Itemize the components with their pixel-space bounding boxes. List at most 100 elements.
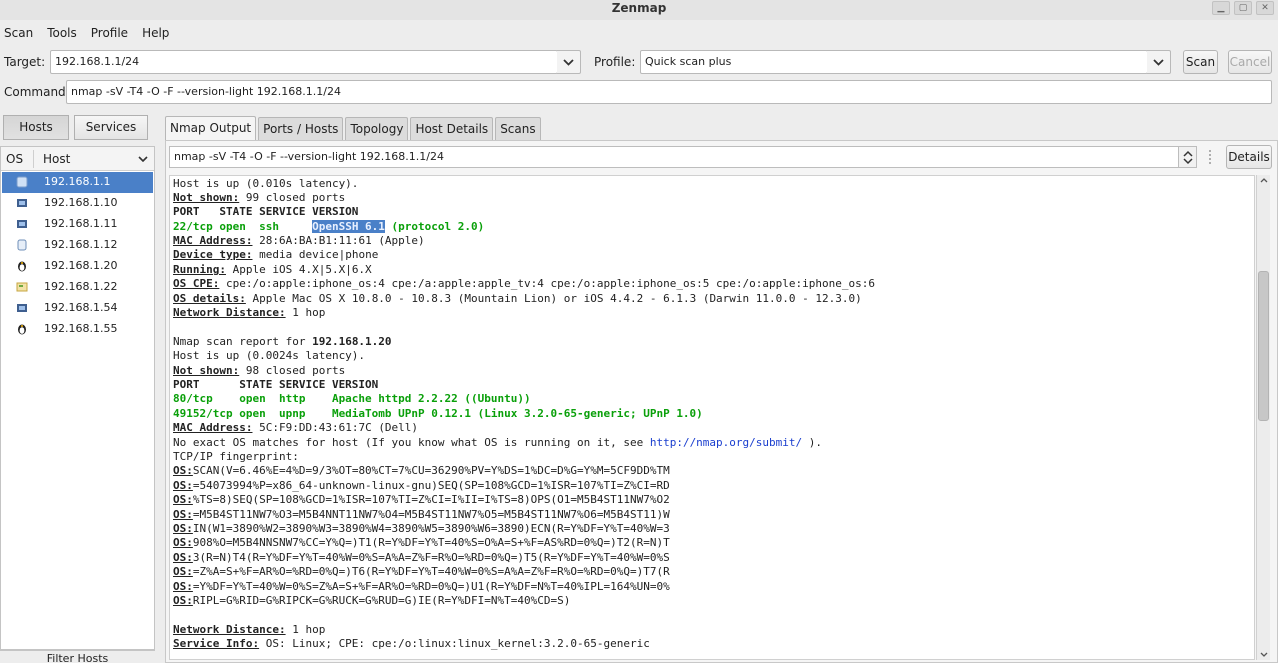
nmap-submit-link[interactable]: http://nmap.org/submit/ bbox=[650, 436, 802, 449]
windows-icon bbox=[17, 304, 27, 312]
command-label: Command: bbox=[4, 85, 70, 99]
fingerprint-line: OS:908%O=M5B4NNSNW7%CC=Y%Q=)T1(R=Y%DF=Y%… bbox=[173, 536, 670, 549]
selected-text: OpenSSH 6.1 bbox=[312, 220, 385, 233]
host-row[interactable]: 192.168.1.20 bbox=[2, 256, 153, 277]
hosts-view-button[interactable]: Hosts bbox=[3, 115, 69, 140]
host-ip: 192.168.1.20 bbox=[44, 259, 118, 272]
output-line: Device type: media device|phone bbox=[173, 248, 379, 261]
minimize-icon[interactable]: ▁ bbox=[1212, 1, 1230, 15]
nmap-output-panel: nmap -sV -T4 -O -F --version-light 192.1… bbox=[165, 140, 1278, 663]
fingerprint-line: OS:=Z%A=S+%F=AR%O=%RD=0%Q=)T6(R=Y%DF=Y%T… bbox=[173, 565, 670, 578]
output-line: Running: Apple iOS 4.X|5.X|6.X bbox=[173, 263, 372, 276]
command-spinner[interactable] bbox=[1178, 146, 1197, 168]
unknown-os-icon bbox=[16, 282, 28, 292]
profile-dropdown-button[interactable] bbox=[1147, 50, 1171, 74]
fingerprint-line: OS:=Y%DF=Y%T=40%W=0%S=Z%A=S+%F=AR%O=%RD=… bbox=[173, 580, 670, 593]
host-ip: 192.168.1.1 bbox=[44, 175, 111, 188]
output-line: TCP/IP fingerprint: bbox=[173, 450, 299, 463]
up-down-arrows-icon bbox=[1183, 150, 1193, 165]
chevron-down-icon bbox=[563, 59, 574, 66]
chevron-down-icon[interactable] bbox=[138, 156, 148, 162]
menu-scan[interactable]: Scan bbox=[0, 22, 37, 44]
tab-ports-hosts[interactable]: Ports / Hosts bbox=[258, 117, 344, 140]
host-ip: 192.168.1.10 bbox=[44, 196, 118, 209]
output-line: Network Distance: 1 hop bbox=[173, 623, 326, 636]
host-column-header[interactable]: Host bbox=[43, 152, 70, 166]
fingerprint-line: OS:=54073994%P=x86_64-unknown-linux-gnu)… bbox=[173, 479, 670, 492]
title-bar: Zenmap ▁ ▢ ✕ bbox=[0, 0, 1278, 20]
output-tabs: Nmap Output Ports / Hosts Topology Host … bbox=[165, 116, 543, 140]
host-list: OS Host 192.168.1.1 192.168.1.10 192.168… bbox=[0, 146, 155, 650]
output-line: 22/tcp open ssh OpenSSH 6.1 (protocol 2.… bbox=[173, 220, 485, 233]
column-separator bbox=[33, 150, 34, 168]
output-scrollbar[interactable] bbox=[1256, 175, 1270, 660]
windows-icon bbox=[17, 220, 27, 228]
target-input[interactable]: 192.168.1.1/24 bbox=[50, 50, 558, 74]
output-line: No exact OS matches for host (If you kno… bbox=[173, 436, 823, 449]
tab-nmap-output[interactable]: Nmap Output bbox=[165, 116, 257, 140]
maximize-icon[interactable]: ▢ bbox=[1234, 1, 1252, 15]
output-line: PORT STATE SERVICE VERSION bbox=[173, 205, 359, 218]
output-line: 80/tcp open http Apache httpd 2.2.22 ((U… bbox=[173, 392, 531, 405]
output-line: 49152/tcp open upnp MediaTomb UPnP 0.12.… bbox=[173, 407, 703, 420]
fingerprint-line: OS:3(R=N)T4(R=Y%DF=Y%T=40%W=0%S=A%A=Z%F=… bbox=[173, 551, 670, 564]
windows-icon bbox=[17, 199, 27, 207]
host-ip: 192.168.1.22 bbox=[44, 280, 118, 293]
tab-topology[interactable]: Topology bbox=[345, 117, 409, 140]
host-row[interactable]: 192.168.1.54 bbox=[2, 298, 153, 319]
output-line: OS CPE: cpe:/o:apple:iphone_os:4 cpe:/a:… bbox=[173, 277, 875, 290]
menu-help[interactable]: Help bbox=[138, 22, 173, 44]
profile-select[interactable]: Quick scan plus bbox=[640, 50, 1148, 74]
scrollbar-thumb[interactable] bbox=[1258, 271, 1269, 421]
host-row[interactable]: 192.168.1.1 bbox=[2, 172, 153, 193]
nmap-output-text[interactable]: Host is up (0.010s latency). Not shown: … bbox=[169, 175, 1255, 660]
tab-scans[interactable]: Scans bbox=[495, 117, 541, 140]
filter-hosts-button[interactable]: Filter Hosts bbox=[0, 650, 155, 663]
linux-penguin-icon bbox=[18, 324, 26, 335]
cancel-button[interactable]: Cancel bbox=[1228, 50, 1272, 74]
host-row[interactable]: 192.168.1.55 bbox=[2, 319, 153, 340]
tab-host-details[interactable]: Host Details bbox=[410, 117, 494, 140]
command-input[interactable]: nmap -sV -T4 -O -F --version-light 192.1… bbox=[66, 80, 1272, 104]
os-column-header[interactable]: OS bbox=[6, 152, 23, 166]
output-line: Not shown: 99 closed ports bbox=[173, 191, 346, 204]
services-view-button[interactable]: Services bbox=[74, 115, 148, 140]
menu-bar: Scan Tools Profile Help bbox=[0, 22, 179, 44]
fingerprint-line: OS:SCAN(V=6.46%E=4%D=9/3%OT=80%CT=7%CU=3… bbox=[173, 464, 670, 477]
host-row[interactable]: 192.168.1.12 bbox=[2, 235, 153, 256]
output-line: MAC Address: 28:6A:BA:B1:11:61 (Apple) bbox=[173, 234, 425, 247]
host-row[interactable]: 192.168.1.11 bbox=[2, 214, 153, 235]
host-row[interactable]: 192.168.1.10 bbox=[2, 193, 153, 214]
fingerprint-line: OS:=M5B4ST11NW7%O3=M5B4NNT11NW7%O4=M5B4S… bbox=[173, 508, 670, 521]
fingerprint-line: OS:RIPL=G%RID=G%RIPCK=G%RUCK=G%RUD=G)IE(… bbox=[173, 594, 571, 607]
chevron-down-icon bbox=[1153, 59, 1164, 66]
output-line: Network Distance: 1 hop bbox=[173, 306, 326, 319]
window-controls: ▁ ▢ ✕ bbox=[1212, 1, 1274, 15]
grip-handle-icon[interactable] bbox=[1207, 149, 1213, 165]
apple-icon bbox=[16, 176, 28, 188]
host-ip: 192.168.1.55 bbox=[44, 322, 118, 335]
host-ip: 192.168.1.54 bbox=[44, 301, 118, 314]
output-line: Service Info: OS: Linux; CPE: cpe:/o:lin… bbox=[173, 637, 650, 650]
output-line: OS details: Apple Mac OS X 10.8.0 - 10.8… bbox=[173, 292, 862, 305]
profile-label: Profile: bbox=[594, 55, 636, 69]
menu-profile[interactable]: Profile bbox=[87, 22, 132, 44]
scan-button[interactable]: Scan bbox=[1183, 50, 1218, 74]
output-line: Not shown: 98 closed ports bbox=[173, 364, 346, 377]
output-line: MAC Address: 5C:F9:DD:43:61:7C (Dell) bbox=[173, 421, 419, 434]
host-list-header: OS Host bbox=[1, 147, 154, 171]
details-button[interactable]: Details bbox=[1226, 145, 1272, 169]
target-dropdown-button[interactable] bbox=[557, 50, 581, 74]
host-ip: 192.168.1.11 bbox=[44, 217, 118, 230]
output-line: Host is up (0.010s latency). bbox=[173, 177, 359, 190]
output-command-select[interactable]: nmap -sV -T4 -O -F --version-light 192.1… bbox=[169, 146, 1197, 168]
scroll-up-icon[interactable] bbox=[1260, 178, 1268, 183]
close-icon[interactable]: ✕ bbox=[1256, 1, 1274, 15]
host-ip: 192.168.1.12 bbox=[44, 238, 118, 251]
scroll-down-icon[interactable] bbox=[1260, 652, 1268, 657]
linux-penguin-icon bbox=[18, 261, 26, 272]
apple-icon bbox=[17, 239, 27, 251]
host-row[interactable]: 192.168.1.22 bbox=[2, 277, 153, 298]
target-label: Target: bbox=[4, 55, 46, 69]
menu-tools[interactable]: Tools bbox=[43, 22, 81, 44]
